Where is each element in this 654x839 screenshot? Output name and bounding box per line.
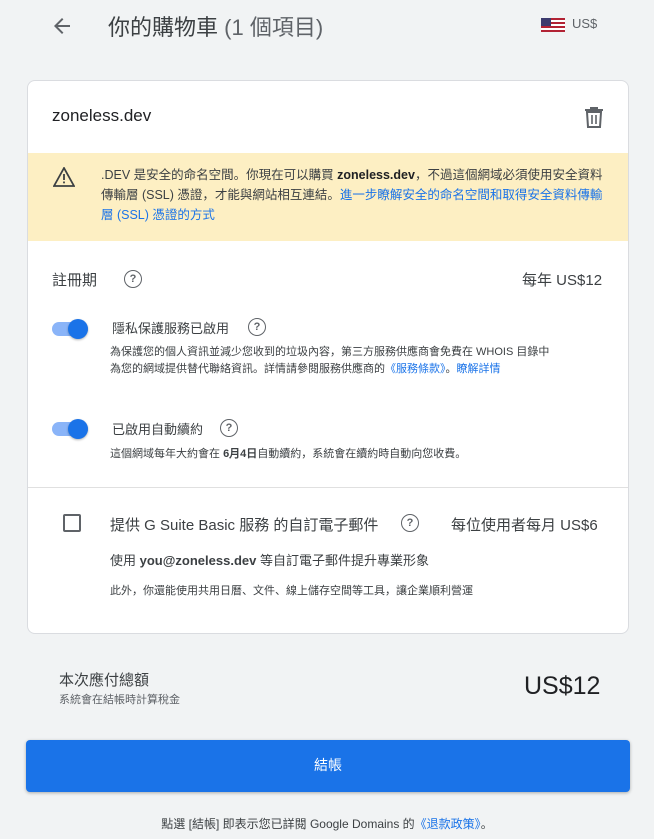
total-label: 本次應付總額	[59, 672, 150, 689]
gsuite-email: you@zoneless.dev	[139, 553, 257, 568]
footer-prefix: 點選 [結帳] 即表示您已詳閱 Google Domains 的	[161, 817, 415, 831]
gsuite-line1-prefix: 使用	[110, 553, 140, 568]
terms-of-service-link[interactable]: 《服務條款》	[385, 363, 446, 375]
trash-icon[interactable]	[584, 106, 604, 128]
tax-note: 系統會在結帳時計算稅金	[59, 694, 180, 706]
privacy-label: 隱私保護服務已啟用	[112, 321, 230, 336]
section-divider	[28, 487, 628, 488]
gsuite-price: 每位使用者每月 US$6	[451, 517, 598, 534]
autorenew-toggle[interactable]	[52, 419, 88, 439]
warning-text-prefix: .DEV 是安全的命名空間。你現在可以購買	[101, 168, 338, 182]
help-icon[interactable]: ?	[401, 514, 419, 532]
footer-note: 點選 [結帳] 即表示您已詳閱 Google Domains 的《退款政策》。	[0, 815, 654, 832]
back-arrow-icon[interactable]	[50, 14, 74, 38]
toggle-knob	[68, 419, 88, 439]
help-icon[interactable]: ?	[220, 419, 238, 437]
registration-period-label: 註冊期	[52, 272, 98, 289]
refund-policy-link[interactable]: 《退款政策》	[415, 817, 481, 831]
cart-title: 你的購物車	[108, 15, 219, 40]
page-title: 你的購物車 (1 個項目)	[108, 10, 323, 42]
toggle-knob	[68, 319, 88, 339]
warning-domain: zoneless.dev	[337, 168, 415, 182]
item-count: (1 個項目)	[224, 15, 324, 40]
autorenew-label: 已啟用自動續約	[112, 422, 204, 437]
privacy-toggle[interactable]	[52, 319, 88, 339]
ssl-warning-banner: .DEV 是安全的命名空間。你現在可以購買 zoneless.dev，不過這個網…	[28, 153, 628, 241]
autorenew-desc-suffix: 自動續約，系統會在續約時自動向您收費。	[257, 448, 467, 460]
us-flag-icon[interactable]	[541, 18, 565, 32]
warning-icon	[53, 167, 75, 187]
gsuite-line1: 使用 you@zoneless.dev 等自訂電子郵件提升專業形象	[110, 550, 429, 569]
autorenew-desc-prefix: 這個網域每年大約會在	[110, 448, 224, 460]
autorenew-description: 這個網域每年大約會在 6月4日自動續約，系統會在續約時自動向您收費。	[110, 446, 610, 463]
gsuite-line2: 此外，你還能使用共用日曆、文件、線上儲存空間等工具，讓企業順利營運	[110, 585, 473, 597]
gsuite-label: 提供 G Suite Basic 服務 的自訂電子郵件	[110, 517, 379, 534]
gsuite-line1-suffix: 等自訂電子郵件提升專業形象	[256, 553, 429, 568]
gsuite-checkbox[interactable]	[63, 514, 81, 532]
footer-suffix: 。	[480, 817, 493, 831]
renewal-date: 6月4日	[223, 448, 258, 460]
registration-price: 每年 US$12	[522, 272, 603, 289]
privacy-learn-more-link[interactable]: 瞭解詳情	[457, 363, 501, 375]
checkout-button[interactable]: 結帳	[26, 740, 630, 792]
currency-selector[interactable]: US$	[572, 16, 597, 31]
help-icon[interactable]: ?	[248, 318, 266, 336]
privacy-description: 為保護您的個人資訊並減少您收到的垃圾內容，第三方服務供應商會免費在 WHOIS …	[110, 346, 550, 375]
help-icon[interactable]: ?	[124, 270, 142, 288]
total-price: US$12	[524, 672, 601, 700]
domain-name: zoneless.dev	[52, 106, 152, 125]
warning-text: .DEV 是安全的命名空間。你現在可以購買 zoneless.dev，不過這個網…	[101, 165, 611, 225]
cart-item-card: zoneless.dev .DEV 是安全的命名空間。你現在可以購買 zonel…	[27, 80, 629, 634]
